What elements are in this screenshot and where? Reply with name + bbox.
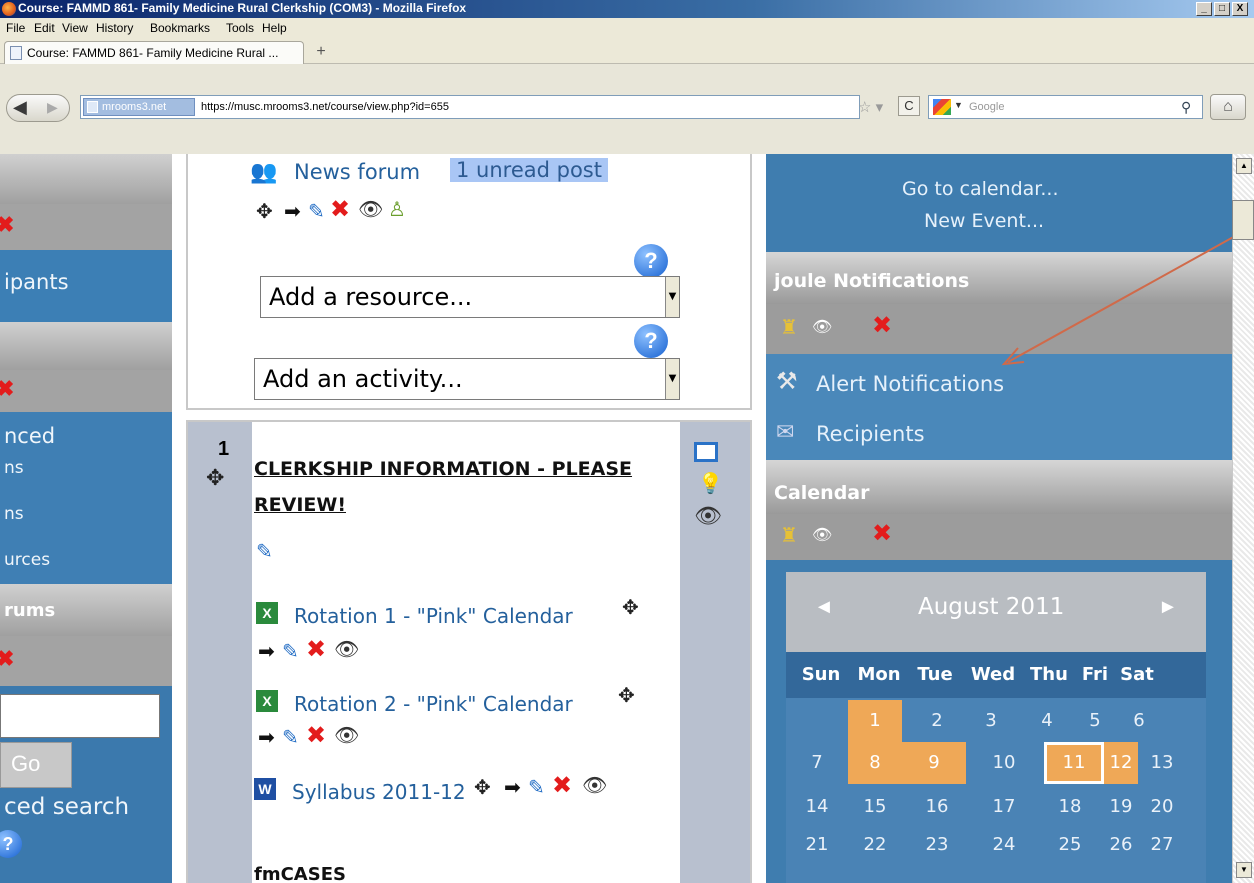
url-bar[interactable]: mrooms3.net https://musc.mrooms3.net/cou… (80, 95, 860, 119)
search-icon[interactable]: ⚲ (1181, 99, 1191, 116)
chevron-down-icon[interactable]: ▼ (954, 100, 963, 110)
maximize-button[interactable]: □ (1214, 2, 1230, 16)
search-bar[interactable]: ▼ Google ⚲ (928, 95, 1203, 119)
scroll-up-arrow-icon[interactable]: ▲ (1236, 158, 1252, 174)
forward-arrow-icon[interactable]: ▶ (47, 99, 58, 116)
vertical-scrollbar[interactable] (1232, 154, 1254, 883)
menu-view[interactable]: View (62, 21, 88, 35)
google-icon[interactable] (933, 99, 951, 115)
page-icon (10, 46, 22, 60)
reload-button[interactable]: C (898, 96, 920, 116)
menu-bookmarks[interactable]: Bookmarks (150, 21, 210, 35)
page-icon (87, 101, 98, 113)
new-tab-button[interactable]: + (310, 43, 332, 63)
annotation-arrow-head (1001, 347, 1025, 366)
menu-history[interactable]: History (96, 21, 133, 35)
menu-edit[interactable]: Edit (34, 21, 55, 35)
menu-help[interactable]: Help (262, 21, 287, 35)
tab-course[interactable]: Course: FAMMD 861- Family Medicine Rural… (4, 41, 304, 65)
menu-tools[interactable]: Tools (226, 21, 254, 35)
bookmark-star-icon[interactable]: ☆ ▾ (858, 98, 883, 116)
annotation-arrow (1001, 236, 1232, 366)
tab-bar: Course: FAMMD 861- Family Medicine Rural… (0, 38, 1254, 65)
minimize-button[interactable]: _ (1196, 2, 1212, 16)
back-arrow-icon[interactable]: ◀ (13, 97, 27, 118)
window-titlebar: Course: FAMMD 861- Family Medicine Rural… (0, 0, 1254, 18)
firefox-logo-icon (2, 2, 16, 16)
scroll-down-arrow-icon[interactable]: ▼ (1236, 862, 1252, 878)
navigation-toolbar: ◀ ▶ mrooms3.net https://musc.mrooms3.net… (0, 64, 1254, 154)
url-text[interactable]: https://musc.mrooms3.net/course/view.php… (201, 101, 449, 113)
tab-title: Course: FAMMD 861- Family Medicine Rural… (27, 46, 279, 60)
site-identity-label: mrooms3.net (102, 101, 167, 113)
scrollbar-thumb[interactable] (1232, 200, 1254, 240)
menu-bar: File Edit View History Bookmarks Tools H… (0, 18, 1254, 38)
back-forward-buttons[interactable]: ◀ ▶ (6, 94, 70, 122)
page-content: ✖ ipants ✖ nced ns ns urces rums ✖ Go ce… (0, 154, 1232, 883)
search-placeholder[interactable]: Google (969, 101, 1004, 113)
annotation-arrow-line (1007, 236, 1232, 363)
menu-file[interactable]: File (6, 21, 25, 35)
window-title: Course: FAMMD 861- Family Medicine Rural… (18, 1, 467, 15)
site-identity-button[interactable]: mrooms3.net (83, 98, 195, 116)
close-button[interactable]: X (1232, 2, 1248, 16)
home-button[interactable]: ⌂ (1210, 94, 1246, 120)
